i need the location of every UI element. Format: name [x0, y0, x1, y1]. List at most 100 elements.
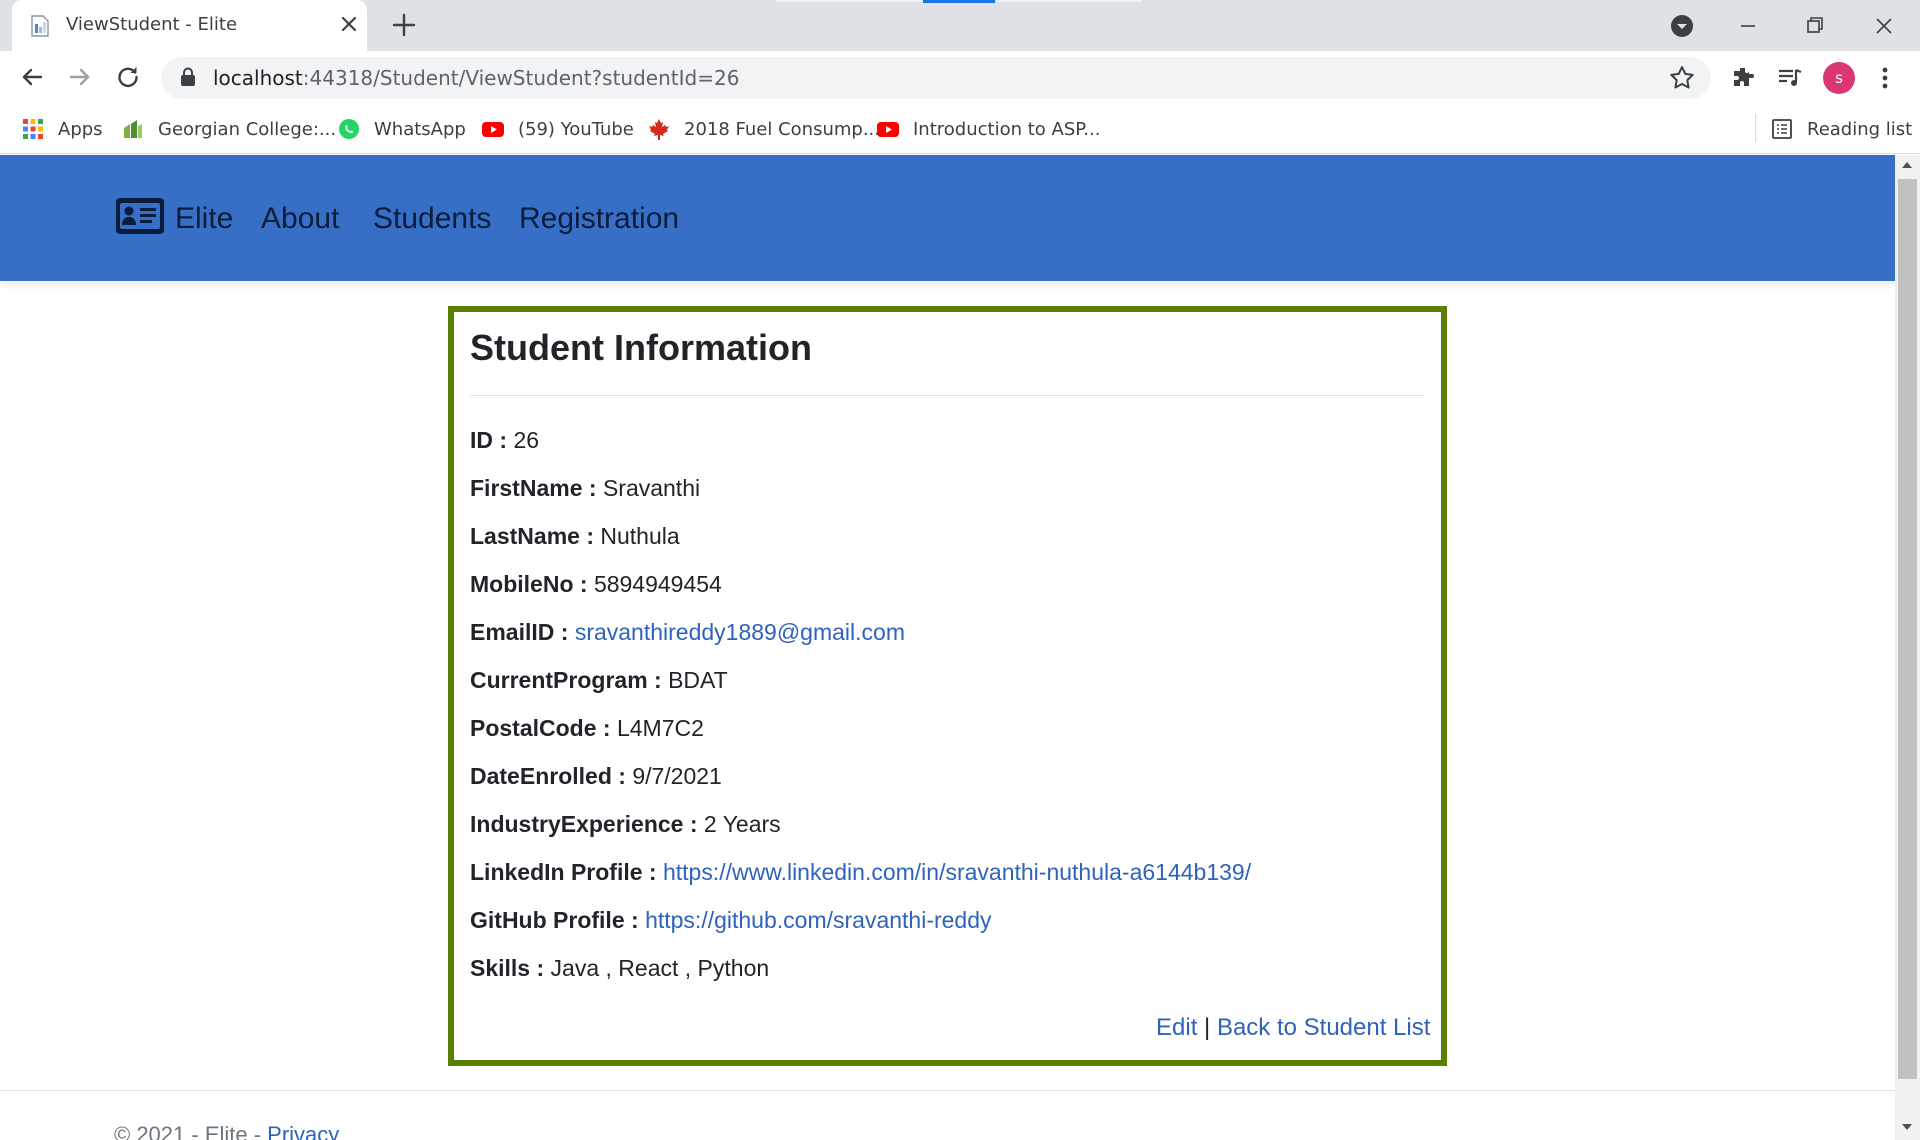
field-github: GitHub Profile : https://github.com/srav…	[470, 907, 992, 934]
back-to-list-link[interactable]: Back to Student List	[1217, 1014, 1430, 1041]
tab-strip-decoration	[996, 0, 1142, 2]
field-label: PostalCode :	[470, 715, 611, 741]
youtube-icon	[482, 122, 504, 137]
field-last-name: LastName : Nuthula	[470, 523, 680, 550]
page-icon	[31, 15, 49, 37]
field-label: EmailID :	[470, 619, 569, 645]
field-label: LinkedIn Profile :	[470, 859, 657, 885]
restore-icon[interactable]	[1801, 12, 1829, 40]
tab-active[interactable]: ViewStudent - Elite	[12, 0, 367, 51]
bookmark-georgian-college[interactable]: Georgian College:...	[122, 113, 336, 145]
nav-link-registration[interactable]: Registration	[519, 202, 679, 236]
field-email: EmailID : sravanthireddy1889@gmail.com	[470, 619, 905, 646]
bookmark-fuel-consumption[interactable]: 2018 Fuel Consump...	[648, 113, 880, 145]
field-date-enrolled: DateEnrolled : 9/7/2021	[470, 763, 722, 790]
apps-grid-icon	[23, 119, 43, 139]
lock-icon[interactable]	[180, 67, 196, 87]
bookmark-youtube[interactable]: (59) YouTube	[482, 113, 634, 145]
field-label: FirstName :	[470, 475, 597, 501]
bookmark-star-icon[interactable]	[1668, 64, 1696, 92]
nav-link-students[interactable]: Students	[373, 202, 491, 236]
field-label: MobileNo :	[470, 571, 588, 597]
url-path: :44318/Student/ViewStudent?studentId=26	[302, 66, 740, 90]
bookmark-label: WhatsApp	[374, 118, 466, 140]
footer-divider	[0, 1090, 1895, 1091]
field-id: ID : 26	[470, 427, 539, 454]
tab-search-icon[interactable]	[1670, 14, 1694, 38]
field-skills: Skills : Java , React , Python	[470, 955, 769, 982]
close-icon[interactable]	[338, 13, 360, 35]
new-tab-icon[interactable]	[391, 12, 417, 38]
page-title: Student Information	[470, 327, 812, 368]
tab-strip-accent	[923, 0, 995, 3]
footer-copyright: © 2021 - Elite -	[114, 1122, 268, 1140]
field-value: 9/7/2021	[632, 763, 722, 789]
window-close-icon[interactable]	[1870, 12, 1898, 40]
reading-list-button[interactable]: Reading list	[1771, 113, 1912, 145]
nav-brand-elite[interactable]: Elite	[175, 202, 233, 236]
forward-arrow-icon[interactable]	[65, 62, 95, 92]
field-value: Sravanthi	[602, 475, 701, 501]
link-separator: |	[1204, 1014, 1211, 1041]
field-label: Skills :	[470, 955, 545, 981]
card-actions: Edit | Back to Student List	[1156, 1014, 1430, 1042]
field-label: ID :	[470, 427, 508, 453]
title-divider	[470, 395, 1425, 396]
footer: © 2021 - Elite - Privacy	[114, 1122, 339, 1140]
media-controls-icon[interactable]	[1776, 64, 1804, 92]
linkedin-link[interactable]: https://www.linkedin.com/in/sravanthi-nu…	[663, 859, 1251, 885]
email-link[interactable]: sravanthireddy1889@gmail.com	[575, 619, 905, 645]
field-mobile: MobileNo : 5894949454	[470, 571, 722, 598]
field-value: Java , React , Python	[550, 955, 770, 981]
edit-link[interactable]: Edit	[1156, 1014, 1197, 1041]
bookmark-label: Georgian College:...	[158, 118, 337, 140]
field-linkedin: LinkedIn Profile : https://www.linkedin.…	[470, 859, 1251, 886]
bookmark-apps[interactable]: Apps	[22, 113, 103, 145]
tab-strip-decoration	[776, 0, 922, 2]
reading-list-icon	[1772, 119, 1792, 139]
bookmark-label: 2018 Fuel Consump...	[684, 118, 881, 140]
scrollbar-thumb[interactable]	[1898, 179, 1917, 1079]
id-card-icon[interactable]	[114, 195, 166, 237]
bookmark-label: (59) YouTube	[518, 118, 634, 140]
bookmark-label: Introduction to ASP...	[913, 118, 1101, 140]
whatsapp-icon	[339, 119, 359, 139]
field-value: BDAT	[668, 667, 728, 693]
scroll-up-arrow-icon[interactable]	[1900, 160, 1914, 170]
reload-icon[interactable]	[113, 62, 143, 92]
privacy-link[interactable]: Privacy	[267, 1122, 339, 1140]
field-industry-experience: IndustryExperience : 2 Years	[470, 811, 781, 838]
field-postal-code: PostalCode : L4M7C2	[470, 715, 704, 742]
tab-title: ViewStudent - Elite	[66, 14, 238, 35]
reading-list-label: Reading list	[1807, 118, 1913, 140]
field-value: Nuthula	[600, 523, 680, 549]
url-host: localhost	[213, 66, 303, 90]
kebab-menu-icon[interactable]	[1875, 64, 1895, 92]
field-value: 2 Years	[703, 811, 781, 837]
back-arrow-icon[interactable]	[17, 62, 47, 92]
minimize-icon[interactable]	[1734, 12, 1762, 40]
field-label: GitHub Profile :	[470, 907, 639, 933]
url-text[interactable]: localhost:44318/Student/ViewStudent?stud…	[213, 66, 739, 90]
field-label: IndustryExperience :	[470, 811, 698, 837]
field-value: L4M7C2	[616, 715, 704, 741]
field-value: 5894949454	[593, 571, 722, 597]
bookmark-intro-asp[interactable]: Introduction to ASP...	[877, 113, 1100, 145]
nav-link-about[interactable]: About	[261, 202, 339, 236]
extensions-puzzle-icon[interactable]	[1730, 64, 1758, 92]
field-first-name: FirstName : Sravanthi	[470, 475, 700, 502]
bookmark-whatsapp[interactable]: WhatsApp	[338, 113, 466, 145]
georgian-college-icon	[124, 120, 142, 138]
field-value: 26	[513, 427, 540, 453]
browser-window: ViewStudent - Elite localhost:44318/Stud…	[0, 0, 1920, 1140]
field-current-program: CurrentProgram : BDAT	[470, 667, 728, 694]
field-label: CurrentProgram :	[470, 667, 662, 693]
profile-avatar[interactable]: s	[1823, 62, 1855, 94]
github-link[interactable]: https://github.com/sravanthi-reddy	[645, 907, 991, 933]
youtube-icon	[877, 122, 899, 137]
bookmarks-divider	[1755, 114, 1756, 142]
field-label: DateEnrolled :	[470, 763, 626, 789]
bookmark-label: Apps	[58, 118, 103, 140]
scroll-down-arrow-icon[interactable]	[1900, 1122, 1914, 1132]
maple-leaf-icon	[649, 119, 669, 140]
